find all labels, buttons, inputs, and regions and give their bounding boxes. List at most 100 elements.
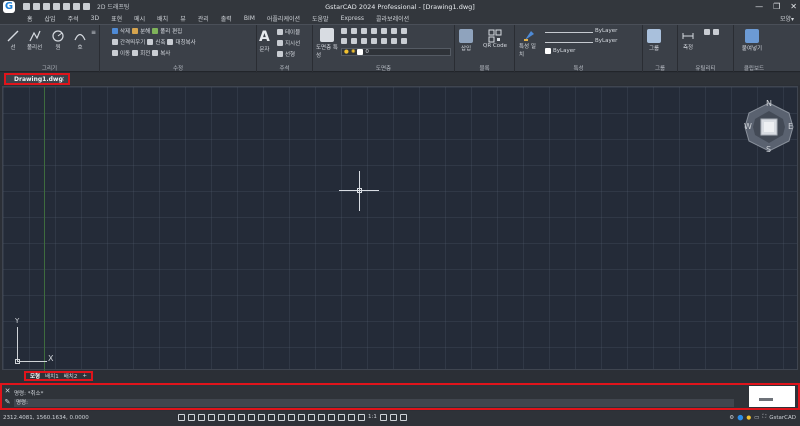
erase-button[interactable]: 삭제 <box>120 27 130 35</box>
layer-tool-icon[interactable] <box>371 38 377 44</box>
layer-properties-button[interactable]: 도면층 특성 <box>316 28 338 59</box>
layer-tool-icon[interactable] <box>361 38 367 44</box>
redo-icon[interactable] <box>83 3 90 10</box>
annotation-panel-title[interactable]: 주석 <box>257 64 312 72</box>
tab-3d[interactable]: 3D <box>91 15 99 22</box>
tab-render[interactable]: 표현 <box>111 14 122 23</box>
line-button[interactable]: 선 <box>6 29 20 51</box>
tab-view[interactable]: 뷰 <box>180 14 186 23</box>
layer-tool-icon[interactable] <box>351 38 357 44</box>
group-button[interactable]: 그룹 <box>647 29 661 52</box>
table-button[interactable]: 테이블 <box>277 28 300 36</box>
circle-button[interactable]: 원 <box>51 29 65 51</box>
lineweight-toggle-icon[interactable] <box>258 414 265 421</box>
id-point-icon[interactable] <box>713 29 719 35</box>
tab-home[interactable]: 홈 <box>27 14 33 23</box>
osnap-icon[interactable] <box>218 414 225 421</box>
layer-tool-icon[interactable] <box>341 38 347 44</box>
lightbulb-icon[interactable]: ● <box>746 415 751 421</box>
layer-tool-icon[interactable] <box>341 28 347 34</box>
layer-tool-icon[interactable] <box>371 28 377 34</box>
modify-panel-title[interactable]: 수정 <box>100 64 256 72</box>
undo-icon[interactable] <box>73 3 80 10</box>
transparency-icon[interactable] <box>268 414 275 421</box>
minimize-icon[interactable]: — <box>755 2 763 11</box>
tab-layout[interactable]: 배치 <box>157 14 168 23</box>
model-space-icon[interactable] <box>308 414 315 421</box>
add-layout-button[interactable]: + <box>82 373 87 379</box>
layer-tool-icon[interactable] <box>401 28 407 34</box>
draw-more-button[interactable]: ≡ <box>91 29 96 36</box>
app-logo-icon[interactable]: G <box>3 0 15 13</box>
workspace-selector[interactable]: 2D 드래프팅 <box>97 2 129 11</box>
viewcube-west[interactable]: W <box>744 122 752 131</box>
otrack-icon[interactable] <box>228 414 235 421</box>
close-icon[interactable]: ✕ <box>790 2 797 11</box>
stretch-button[interactable]: 신축 <box>155 38 165 46</box>
viewcube-east[interactable]: E <box>788 122 793 131</box>
close-command-icon[interactable]: ✕ <box>5 387 11 395</box>
workspace-icon[interactable] <box>298 414 305 421</box>
copy-button[interactable]: 복사 <box>160 49 170 57</box>
layout-icon[interactable] <box>318 414 325 421</box>
tab-layout1[interactable]: 배치1 <box>45 372 59 380</box>
rotate-button[interactable]: 회전 <box>140 49 150 57</box>
selection-cycling-icon[interactable] <box>278 414 285 421</box>
draw-panel-title[interactable]: 그리기 <box>0 64 99 72</box>
utilities-panel-title[interactable]: 유틸리티 <box>678 64 733 72</box>
color-dropdown[interactable]: ByLayer <box>595 28 617 34</box>
layers-panel-title[interactable]: 도면층 <box>313 64 454 72</box>
annotation-visibility-icon[interactable] <box>348 414 355 421</box>
polar-icon[interactable] <box>208 414 215 421</box>
viewport-icon[interactable] <box>328 414 335 421</box>
open-file-icon[interactable] <box>33 3 40 10</box>
command-scroll-panel[interactable] <box>749 386 795 407</box>
linetype-dropdown[interactable]: ByLayer <box>595 38 617 44</box>
layer-tool-icon[interactable] <box>361 28 367 34</box>
polyedit-button[interactable]: 폴리 편집 <box>160 27 182 35</box>
save-icon[interactable] <box>43 3 50 10</box>
layer-tool-icon[interactable] <box>351 28 357 34</box>
layer-tool-icon[interactable] <box>381 28 387 34</box>
layer-tool-icon[interactable] <box>401 38 407 44</box>
hardware-acceleration-icon[interactable] <box>399 414 407 421</box>
insert-block-button[interactable]: 삽입 <box>459 29 473 52</box>
paste-button[interactable]: 붙여넣기 <box>738 29 766 52</box>
isolate-icon[interactable] <box>338 414 345 421</box>
linear-dim-button[interactable]: 선형 <box>277 50 295 58</box>
ribbon-display-toggle[interactable]: 모양▾ <box>780 14 794 23</box>
viewcube-north[interactable]: N <box>766 99 772 108</box>
tab-mesh[interactable]: 메시 <box>134 14 145 23</box>
scroll-handle[interactable] <box>759 398 773 401</box>
properties-panel-title[interactable]: 특성 <box>515 64 642 72</box>
new-file-icon[interactable] <box>23 3 30 10</box>
mirror-button[interactable]: 대칭복사 <box>175 38 195 46</box>
measure-button[interactable]: 측정 <box>681 29 695 51</box>
clean-screen-icon[interactable]: ▭ <box>754 415 759 421</box>
groups-panel-title[interactable]: 그룹 <box>643 64 677 72</box>
tab-output[interactable]: 출력 <box>221 14 232 23</box>
move-button[interactable]: 이동 <box>120 49 130 57</box>
tab-manage[interactable]: 관리 <box>198 14 209 23</box>
annotation-monitor-icon[interactable] <box>288 414 295 421</box>
save-as-icon[interactable] <box>53 3 60 10</box>
polyline-button[interactable]: 폴리선 <box>27 29 42 51</box>
layer-dropdown[interactable]: ● ✺ 0 <box>341 48 451 56</box>
text-button[interactable]: A 문자 <box>259 29 270 53</box>
annotation-scale-value[interactable]: 1:1 <box>368 414 377 421</box>
ducs-icon[interactable] <box>238 414 245 421</box>
tab-application[interactable]: 어플리케이션 <box>267 14 300 23</box>
units-icon[interactable] <box>379 414 387 421</box>
lineweight-dropdown[interactable]: ByLayer <box>545 48 575 54</box>
fullscreen-icon[interactable]: ⛶ <box>762 414 766 421</box>
offset-button[interactable]: 간격띄우기 <box>120 38 145 46</box>
annotation-scale-icon[interactable] <box>358 414 365 421</box>
layer-tool-icon[interactable] <box>391 38 397 44</box>
tab-bim[interactable]: BIM <box>244 15 255 22</box>
tab-model[interactable]: 모형 <box>30 372 40 380</box>
close-tab-icon[interactable]: × <box>59 75 65 83</box>
tab-insert[interactable]: 삽입 <box>45 14 56 23</box>
qr-code-button[interactable]: QR Code <box>481 29 509 49</box>
workspace-switch-icon[interactable]: ⬤ <box>737 415 743 421</box>
maximize-icon[interactable]: ❐ <box>773 2 780 11</box>
